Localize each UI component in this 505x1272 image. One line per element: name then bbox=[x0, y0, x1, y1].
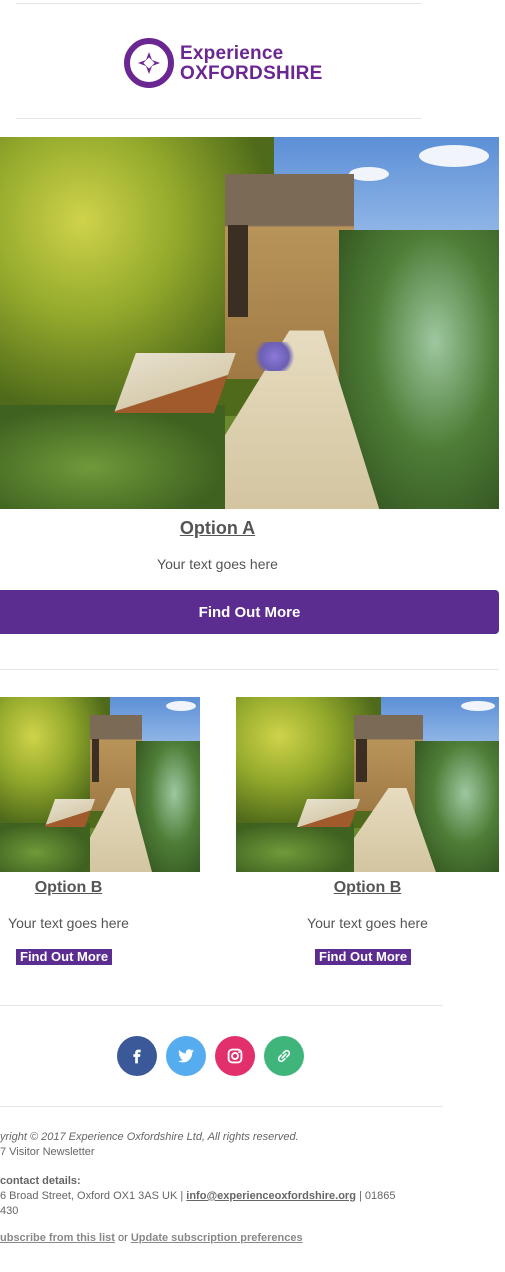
instagram-button[interactable] bbox=[215, 1036, 255, 1076]
update-preferences-link[interactable]: Update subscription preferences bbox=[131, 1232, 303, 1244]
card-title-2[interactable]: Option B bbox=[236, 879, 499, 897]
twitter-icon bbox=[177, 1049, 195, 1063]
phone-text: | 01865 bbox=[359, 1190, 396, 1202]
unsubscribe-link[interactable]: ubscribe from this list bbox=[0, 1232, 115, 1244]
card-find-out-more-button-2[interactable]: Find Out More bbox=[315, 949, 412, 965]
website-link-button[interactable] bbox=[264, 1036, 304, 1076]
copyright-text: yright © 2017 Experience Oxfordshire Ltd… bbox=[0, 1131, 299, 1143]
feature-title[interactable]: Option A bbox=[0, 518, 435, 539]
feature-text: Your text goes here bbox=[157, 556, 278, 572]
logo-line2: OXFORDSHIRE bbox=[180, 62, 323, 84]
facebook-icon bbox=[133, 1049, 141, 1064]
card-image-2[interactable] bbox=[236, 697, 499, 872]
instagram-icon bbox=[227, 1048, 243, 1064]
card-image-1[interactable] bbox=[0, 697, 200, 872]
logo-text: Experience OXFORDSHIRE bbox=[180, 44, 323, 83]
card-text-1: Your text goes here bbox=[8, 915, 129, 931]
phone-text-line2: 430 bbox=[0, 1205, 19, 1217]
email-link[interactable]: info@experienceoxfordshire.org bbox=[186, 1190, 356, 1202]
card-title-1[interactable]: Option B bbox=[0, 879, 137, 897]
brand-logo[interactable]: Experience OXFORDSHIRE bbox=[110, 28, 332, 98]
address-text: 6 Broad Street, Oxford OX1 3AS UK | bbox=[0, 1190, 184, 1202]
feature-find-out-more-button[interactable]: Find Out More bbox=[0, 590, 499, 634]
twitter-button[interactable] bbox=[166, 1036, 206, 1076]
top-divider bbox=[16, 3, 422, 4]
card-text-2: Your text goes here bbox=[307, 915, 428, 931]
logo-line1: Experience bbox=[180, 42, 284, 64]
footer: yright © 2017 Experience Oxfordshire Ltd… bbox=[0, 1130, 440, 1246]
header-divider bbox=[16, 118, 422, 119]
hero-image[interactable] bbox=[0, 137, 499, 509]
newsletter-name: 7 Visitor Newsletter bbox=[0, 1146, 95, 1158]
or-text: or bbox=[117, 1232, 128, 1244]
social-divider-top bbox=[0, 1005, 443, 1006]
contact-label: contact details: bbox=[0, 1175, 81, 1187]
logo-mark-icon bbox=[124, 38, 174, 88]
section-divider bbox=[0, 669, 499, 670]
social-divider-bottom bbox=[0, 1106, 443, 1107]
link-icon bbox=[277, 1049, 291, 1063]
facebook-button[interactable] bbox=[117, 1036, 157, 1076]
card-find-out-more-button-1[interactable]: Find Out More bbox=[16, 949, 113, 965]
